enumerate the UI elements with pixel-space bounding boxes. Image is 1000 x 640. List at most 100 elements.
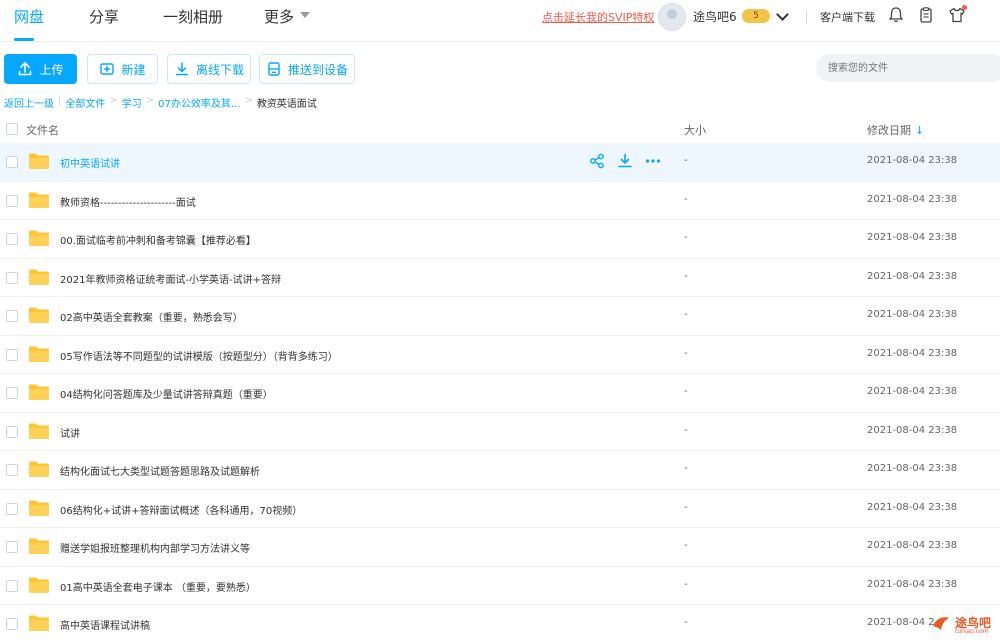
watermark-logo-icon <box>933 617 949 630</box>
device-icon <box>268 62 280 76</box>
notification-dot <box>962 5 967 10</box>
file-size: - <box>684 155 688 166</box>
file-name[interactable]: 教师资格---------------------面试 <box>60 194 196 209</box>
file-name[interactable]: 初中英语试讲 <box>60 155 120 170</box>
tab-netdisk[interactable]: 网盘 <box>14 6 44 27</box>
file-name[interactable]: 2021年教师资格证统考面试-小学英语-试讲+答辩 <box>60 271 281 286</box>
table-row[interactable]: 02高中英语全套教案（重要，熟悉会写） - 2021-08-04 23:38 <box>0 297 1000 336</box>
more-icon[interactable] <box>644 152 662 170</box>
file-name[interactable]: 试讲 <box>60 425 80 440</box>
file-size: - <box>684 501 688 513</box>
file-modified-date: 2021-08-04 23:38 <box>867 309 958 320</box>
vip-level-badge: 5 <box>742 9 770 23</box>
file-modified-date: 2021-08-04 23:38 <box>867 386 958 397</box>
row-checkbox[interactable] <box>6 156 18 168</box>
tab-share[interactable]: 分享 <box>89 6 119 27</box>
breadcrumb-back-link[interactable]: 返回上一级 <box>4 95 54 110</box>
breadcrumb-separator: > <box>145 95 155 106</box>
table-row[interactable]: 赠送学姐报班整理机构内部学习方法讲义等 - 2021-08-04 23:38 <box>0 528 1000 567</box>
table-row[interactable]: 01高中英语全套电子课本 （重要，要熟悉） - 2021-08-04 23:38 <box>0 567 1000 605</box>
file-name[interactable]: 高中英语课程试讲稿 <box>60 617 150 632</box>
row-checkbox[interactable] <box>6 194 18 207</box>
breadcrumb-current: 教资英语面试 <box>256 99 317 110</box>
offline-download-button[interactable]: 离线下载 <box>167 54 251 84</box>
username[interactable]: 途鸟吧6 <box>693 8 737 25</box>
row-checkbox[interactable] <box>6 310 18 322</box>
file-modified-date: 2021-08-04 23:38 <box>867 155 958 166</box>
row-checkbox[interactable] <box>6 425 18 438</box>
file-name[interactable]: 06结构化+试讲+答辩面试概述（各科通用，70视频） <box>60 502 302 517</box>
file-size: - <box>684 232 688 243</box>
tab-more[interactable]: 更多 <box>264 6 294 27</box>
table-row[interactable]: 05写作语法等不同题型的试讲模版（按题型分）（背背多练习） - 2021-08-04… <box>0 336 1000 374</box>
breadcrumb-separator: | <box>58 95 62 106</box>
table-row[interactable]: 2021年教师资格证统考面试-小学英语-试讲+答辩 - 2021-08-04 23:… <box>0 259 1000 297</box>
file-name[interactable]: 01高中英语全套电子课本 （重要，要熟悉） <box>60 579 256 594</box>
file-modified-date: 2021-08-04 2 <box>867 617 935 628</box>
row-checkbox[interactable] <box>6 618 18 630</box>
chevron-down-icon[interactable] <box>300 12 310 18</box>
table-row[interactable]: 04结构化问答题库及少量试讲答辩真题（重要） - 2021-08-04 23:38 <box>0 374 1000 413</box>
row-actions <box>588 152 662 170</box>
column-header-size[interactable]: 大小 <box>684 122 706 138</box>
column-header-name[interactable]: 文件名 <box>26 122 59 138</box>
file-modified-date: 2021-08-04 23:38 <box>867 463 958 474</box>
file-name[interactable]: 05写作语法等不同题型的试讲模版（按题型分）（背背多练习） <box>60 348 338 363</box>
share-icon[interactable] <box>588 152 606 170</box>
file-name[interactable]: 结构化面试七大类型试题答题思路及试题解析 <box>60 463 260 478</box>
svip-renew-link[interactable]: 点击延长我的SVIP特权 <box>542 9 654 25</box>
file-size: - <box>684 386 688 397</box>
folder-icon <box>28 499 50 517</box>
folder-icon <box>28 383 50 401</box>
file-size: - <box>684 578 688 590</box>
clipboard-icon[interactable] <box>917 6 935 24</box>
upload-button[interactable]: 上传 <box>4 54 77 84</box>
upload-icon <box>19 62 32 76</box>
file-name[interactable]: 04结构化问答题库及少量试讲答辩真题（重要） <box>60 386 273 401</box>
user-menu-chevron-icon[interactable] <box>776 8 789 21</box>
row-checkbox[interactable] <box>6 464 18 476</box>
client-download-link[interactable]: 客户端下载 <box>820 9 875 25</box>
folder-icon <box>28 614 50 632</box>
table-row[interactable]: 初中英语试讲 - 2021-08-04 23:38 <box>0 143 1000 182</box>
breadcrumb-item-all-files[interactable]: 全部文件 <box>65 95 105 110</box>
new-folder-icon <box>100 63 115 75</box>
file-name[interactable]: 02高中英语全套教案（重要，熟悉会写） <box>60 309 243 324</box>
search-box <box>816 54 1000 82</box>
row-checkbox[interactable] <box>6 233 18 245</box>
breadcrumb-item-office[interactable]: 07办公效率及其... <box>158 95 240 110</box>
row-checkbox[interactable] <box>6 348 18 361</box>
folder-icon <box>28 306 50 324</box>
avatar[interactable] <box>658 3 686 31</box>
tab-moments-album[interactable]: 一刻相册 <box>163 6 223 27</box>
row-checkbox[interactable] <box>6 579 18 592</box>
row-checkbox[interactable] <box>6 502 18 515</box>
table-row[interactable]: 06结构化+试讲+答辩面试概述（各科通用，70视频） - 2021-08-04 23… <box>0 490 1000 528</box>
column-header-modified[interactable]: 修改日期 ↓ <box>867 122 924 138</box>
file-size: - <box>684 540 688 551</box>
new-button[interactable]: 新建 <box>87 54 158 84</box>
push-to-device-button[interactable]: 推送到设备 <box>259 54 355 84</box>
file-name[interactable]: 00.面试临考前冲刺和备考锦囊【推荐必看】 <box>60 232 256 247</box>
table-row[interactable]: 试讲 - 2021-08-04 23:38 <box>0 413 1000 451</box>
bell-icon[interactable] <box>887 6 905 24</box>
search-input[interactable] <box>816 54 986 82</box>
folder-icon <box>28 537 50 555</box>
file-modified-date: 2021-08-04 23:38 <box>867 540 958 551</box>
row-checkbox[interactable] <box>6 541 18 553</box>
push-to-device-label: 推送到设备 <box>287 62 348 77</box>
file-name[interactable]: 赠送学姐报班整理机构内部学习方法讲义等 <box>60 540 250 555</box>
download-icon[interactable] <box>616 152 634 170</box>
breadcrumb-separator: > <box>109 95 118 106</box>
table-row[interactable]: 00.面试临考前冲刺和备考锦囊【推荐必看】 - 2021-08-04 23:38 <box>0 220 1000 259</box>
table-row[interactable]: 高中英语课程试讲稿 - 2021-08-04 2 <box>0 605 1000 640</box>
select-all-checkbox[interactable] <box>6 123 18 135</box>
file-modified-date: 2021-08-04 23:38 <box>867 232 958 243</box>
table-header: 文件名 大小 修改日期 ↓ <box>0 114 1000 142</box>
row-checkbox[interactable] <box>6 387 18 399</box>
table-row[interactable]: 结构化面试七大类型试题答题思路及试题解析 - 2021-08-04 23:38 <box>0 451 1000 490</box>
row-checkbox[interactable] <box>6 271 18 284</box>
breadcrumb-item-study[interactable]: 学习 <box>122 95 142 110</box>
file-size: - <box>684 347 688 359</box>
table-row[interactable]: 教师资格---------------------面试 - 2021-08-04 2… <box>0 182 1000 220</box>
